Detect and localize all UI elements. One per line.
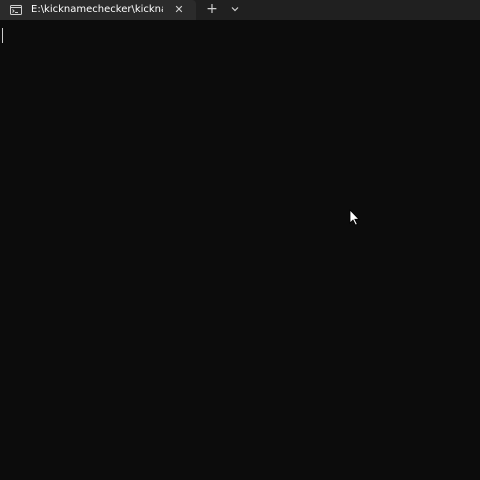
terminal-output[interactable] bbox=[0, 20, 480, 480]
text-cursor bbox=[2, 28, 3, 43]
tab-title: E:\kicknamechecker\kicknamechecker bbox=[31, 4, 163, 15]
mouse-pointer-icon bbox=[349, 209, 360, 226]
terminal-window: E:\kicknamechecker\kicknamechecker ✕ + bbox=[0, 0, 480, 480]
close-icon[interactable]: ✕ bbox=[172, 3, 186, 17]
tab-bar: E:\kicknamechecker\kicknamechecker ✕ + bbox=[0, 0, 480, 20]
plus-icon[interactable]: + bbox=[204, 1, 220, 17]
chevron-down-icon[interactable] bbox=[227, 1, 243, 17]
tab-kicknamechecker[interactable]: E:\kicknamechecker\kicknamechecker ✕ bbox=[0, 0, 196, 20]
terminal-icon bbox=[10, 5, 22, 15]
